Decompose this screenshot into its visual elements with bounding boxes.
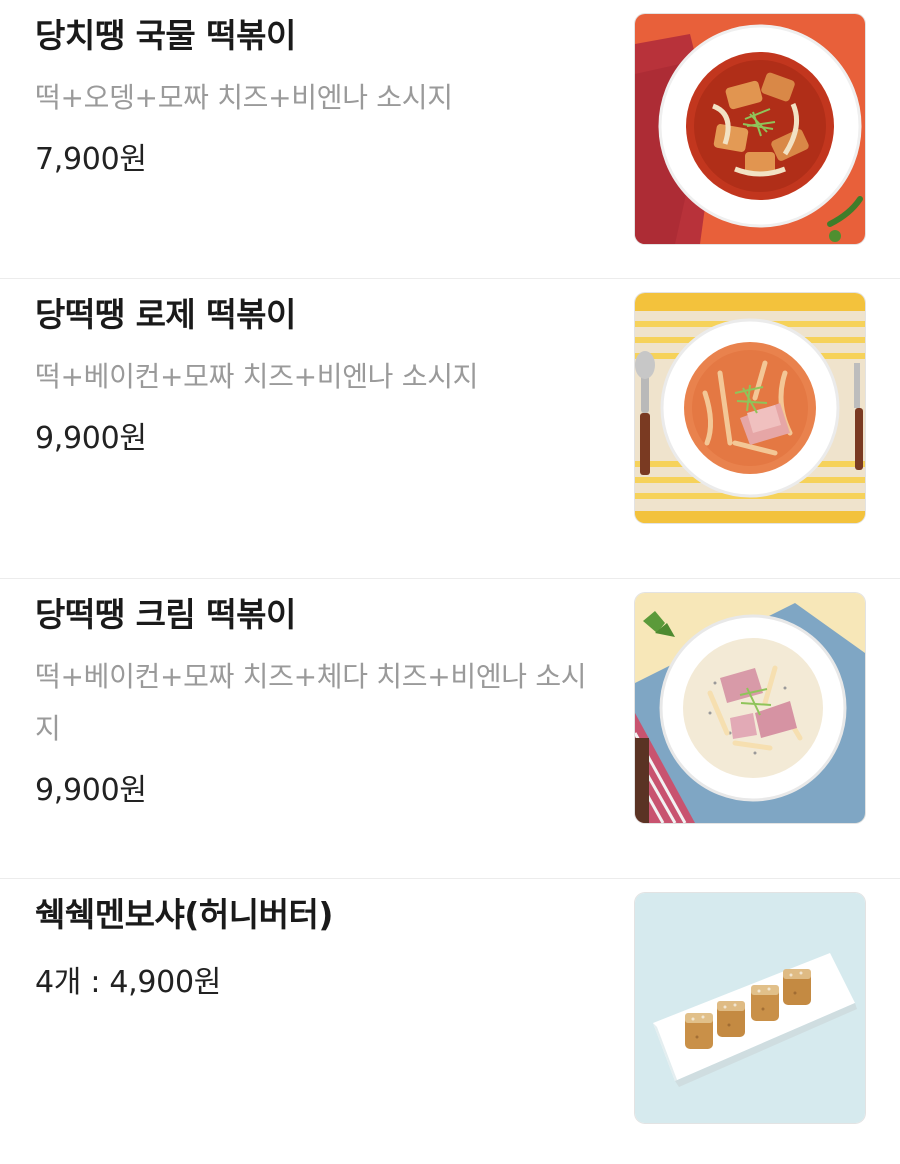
- menu-item-text: 쉑쉑멘보샤(허니버터) 4개 : 4,900원: [35, 893, 595, 1005]
- soup-tteokbokki-photo-icon[interactable]: [635, 14, 865, 244]
- cream-tteokbokki-photo-icon[interactable]: [635, 593, 865, 823]
- menu-item-soup-tteokbokki[interactable]: 당치땡 국물 떡볶이 떡+오뎅+모짜 치즈+비엔나 소시지 7,900원: [0, 0, 900, 279]
- menu-item-cream-tteokbokki[interactable]: 당떡땡 크림 떡볶이 떡+베이컨+모짜 치즈+체다 치즈+비엔나 소시지 9,9…: [0, 579, 900, 879]
- menu-item-description: 떡+오뎅+모짜 치즈+비엔나 소시지: [35, 81, 453, 114]
- menu-item-rose-tteokbokki[interactable]: 당떡땡 로제 떡볶이 떡+베이컨+모짜 치즈+비엔나 소시지 9,900원: [0, 279, 900, 579]
- menu-item-name: 당떡땡 로제 떡볶이: [35, 295, 296, 334]
- menu-item-price: 9,900원: [35, 773, 147, 808]
- menu-item-name: 당떡땡 크림 떡볶이: [35, 595, 296, 634]
- menu-item-description: 떡+베이컨+모짜 치즈+비엔나 소시지: [35, 360, 479, 393]
- menu-item-menbosha[interactable]: 쉑쉑멘보샤(허니버터) 4개 : 4,900원: [0, 879, 900, 1164]
- menbosha-photo-icon[interactable]: [635, 893, 865, 1123]
- menu-item-price: 7,900원: [35, 142, 147, 177]
- menu-item-name: 쉑쉑멘보샤(허니버터): [35, 895, 333, 934]
- menu-item-price: 4개 : 4,900원: [35, 965, 222, 1000]
- menu-item-name: 당치땡 국물 떡볶이: [35, 16, 296, 55]
- menu-item-text: 당치땡 국물 떡볶이 떡+오뎅+모짜 치즈+비엔나 소시지 7,900원: [35, 14, 595, 182]
- menu-item-text: 당떡땡 로제 떡볶이 떡+베이컨+모짜 치즈+비엔나 소시지 9,900원: [35, 293, 595, 461]
- rose-tteokbokki-photo-icon[interactable]: [635, 293, 865, 523]
- menu-item-price: 9,900원: [35, 421, 147, 456]
- menu-item-description: 떡+베이컨+모짜 치즈+체다 치즈+비엔나 소시지: [35, 660, 587, 745]
- menu-item-text: 당떡땡 크림 떡볶이 떡+베이컨+모짜 치즈+체다 치즈+비엔나 소시지 9,9…: [35, 593, 595, 813]
- menu-list: 당치땡 국물 떡볶이 떡+오뎅+모짜 치즈+비엔나 소시지 7,900원 당떡땡…: [0, 0, 900, 1164]
